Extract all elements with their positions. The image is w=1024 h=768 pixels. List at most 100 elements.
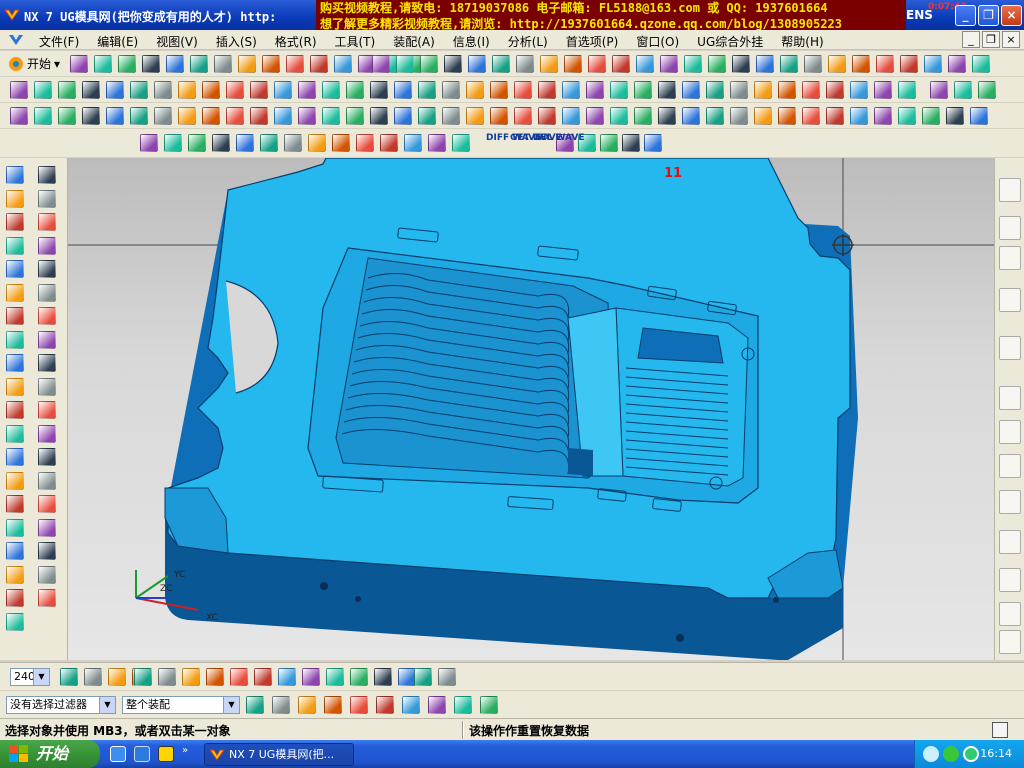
select-tool-1-icon[interactable] [272,696,290,714]
mold-tool-0-icon[interactable] [10,107,28,125]
utility-tool-20-icon[interactable] [852,55,870,73]
utility-tool-7-icon[interactable] [540,55,558,73]
standard-tool-0-icon[interactable] [70,55,88,73]
palette-tool-15-1-icon[interactable] [38,518,56,537]
wave-tool-6-icon[interactable] [284,134,302,152]
palette-tool-18-0-icon[interactable] [6,589,24,607]
select-tool-5-icon[interactable] [376,696,394,714]
utility-tool-6-icon[interactable] [516,55,534,73]
utility-tool-8-icon[interactable] [564,55,582,73]
wave-tool-11-icon[interactable] [404,134,422,152]
mold-tool-23-icon[interactable] [562,107,580,125]
mold-tool-24-icon[interactable] [586,107,604,125]
title-bar[interactable]: NX 7 UG模具网(把你变成有用的人才) http: 购买视频教程,请致电: … [0,0,1024,34]
snap-tool-1-icon[interactable] [158,668,176,686]
palette-tool-5-1-icon[interactable] [38,283,56,302]
misc-tool-0-icon[interactable] [930,81,948,99]
start-menu-button[interactable]: 开始 ▾ [8,55,60,72]
palette-tool-9-1-icon[interactable] [38,377,56,396]
selection-scope-select[interactable]: 整个装配 ▼ [122,696,240,714]
curve-tool-4-icon[interactable] [106,81,124,99]
select-tool-2-icon[interactable] [298,696,316,714]
curve-tool-28-icon[interactable] [682,81,700,99]
mold-tool-30-icon[interactable] [730,107,748,125]
menu-item-1[interactable]: 编辑(E) [88,32,147,50]
menu-item-6[interactable]: 装配(A) [384,32,444,50]
palette-tool-2-0-icon[interactable] [6,213,24,231]
ie-icon[interactable] [110,746,126,762]
curve-tool-22-icon[interactable] [538,81,556,99]
resource-tab-3-icon[interactable] [999,288,1021,312]
del-wave-button[interactable]: DEL WAVE [533,134,584,143]
curve-tool-17-icon[interactable] [418,81,436,99]
curve-tool-13-icon[interactable] [322,81,340,99]
mold-tool-27-icon[interactable] [658,107,676,125]
utility-tool-14-icon[interactable] [708,55,726,73]
wave-tool-1-icon[interactable] [164,134,182,152]
utility-tool-3-icon[interactable] [444,55,462,73]
mold-tool-33-icon[interactable] [802,107,820,125]
palette-tool-18-1-icon[interactable] [38,589,56,607]
select-tool-9-icon[interactable] [480,696,498,714]
resource-tab-5-icon[interactable] [999,386,1021,410]
curve-tool-21-icon[interactable] [514,81,532,99]
doc-close-button[interactable]: × [1002,31,1020,48]
snap-tool-7-icon[interactable] [302,668,320,686]
palette-tool-10-0-icon[interactable] [6,401,24,419]
utility-tool-23-icon[interactable] [924,55,942,73]
curve-tool-33-icon[interactable] [802,81,820,99]
palette-tool-14-0-icon[interactable] [6,495,24,513]
curve-tool-0-icon[interactable] [10,81,28,99]
palette-tool-11-1-icon[interactable] [38,424,56,443]
utility-tool-4-icon[interactable] [468,55,486,73]
mold-tool-12-icon[interactable] [298,107,316,125]
mold-tool-31-icon[interactable] [754,107,772,125]
utility-tool-2-icon[interactable] [420,55,438,73]
curve-tool-10-icon[interactable] [250,81,268,99]
mold-tool-25-icon[interactable] [610,107,628,125]
resource-tab-7-icon[interactable] [999,454,1021,478]
mold-tool-7-icon[interactable] [178,107,196,125]
palette-tool-2-1-icon[interactable] [38,213,56,231]
qq-icon[interactable] [158,746,174,762]
curve-tool-14-icon[interactable] [346,81,364,99]
resource-tab-0-icon[interactable] [999,178,1021,202]
menu-item-5[interactable]: 工具(T) [326,32,385,50]
resource-tab-4-icon[interactable] [999,336,1021,360]
mold-tool-15-icon[interactable] [370,107,388,125]
select-tool-7-icon[interactable] [428,696,446,714]
palette-tool-17-0-icon[interactable] [6,565,24,584]
mold-tool-18-icon[interactable] [442,107,460,125]
utility-tool-0-icon[interactable] [372,55,390,73]
mold-tool-26-icon[interactable] [634,107,652,125]
wave-tool-13-icon[interactable] [452,134,470,152]
status-tray-icon[interactable] [963,746,979,762]
palette-tool-3-1-icon[interactable] [38,236,56,255]
wave-tool-2-icon[interactable] [188,134,206,152]
curve-tool-1-icon[interactable] [34,81,52,99]
palette-tool-0-0-icon[interactable] [6,166,24,184]
palette-tool-15-0-icon[interactable] [6,518,24,537]
palette-tool-5-0-icon[interactable] [6,283,24,302]
menu-item-4[interactable]: 格式(R) [266,32,326,50]
palette-tool-16-0-icon[interactable] [6,542,24,560]
palette-tool-13-1-icon[interactable] [38,471,56,490]
close-button[interactable]: × [1001,5,1022,26]
palette-tool-14-1-icon[interactable] [38,495,56,513]
mold-tool-36-icon[interactable] [874,107,892,125]
edit-tool-4-icon[interactable] [644,134,662,152]
doc-minimize-button[interactable]: _ [962,31,980,48]
wave-tool-4-icon[interactable] [236,134,254,152]
snap-tool-9-icon[interactable] [350,668,368,686]
mold-tool-35-icon[interactable] [850,107,868,125]
edit-tool-2-icon[interactable] [600,134,618,152]
wave-tool-10-icon[interactable] [380,134,398,152]
tray-arrow-icon[interactable] [923,746,939,762]
wave-tool-5-icon[interactable] [260,134,278,152]
utility-tool-15-icon[interactable] [732,55,750,73]
mold-tool-11-icon[interactable] [274,107,292,125]
standard-tool-10-icon[interactable] [310,55,328,73]
palette-tool-10-1-icon[interactable] [38,401,56,419]
select-tool-3-icon[interactable] [324,696,342,714]
standard-tool-9-icon[interactable] [286,55,304,73]
